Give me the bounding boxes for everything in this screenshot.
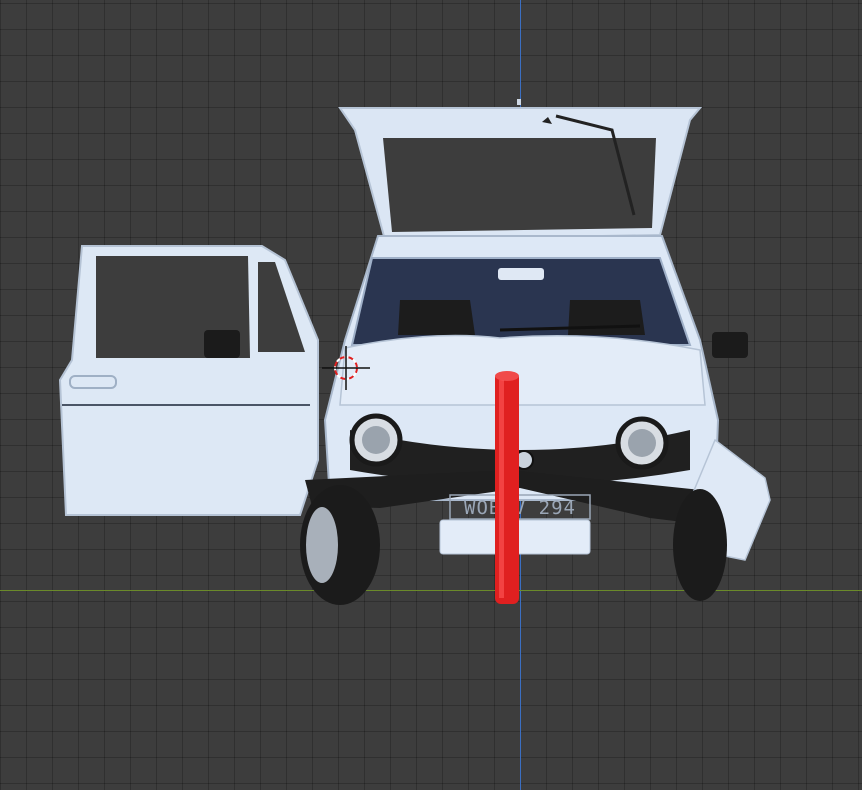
open-door[interactable] — [58, 245, 319, 516]
license-plate: WOB-V 294 — [449, 494, 591, 520]
car-model[interactable]: WOB-V 294 — [0, 0, 862, 790]
license-plate-text: WOB-V 294 — [464, 497, 576, 519]
right-wheel — [673, 489, 727, 601]
left-wheel — [300, 485, 380, 605]
open-hood[interactable] — [338, 99, 703, 242]
red-pole[interactable] — [495, 371, 519, 604]
3d-viewport[interactable]: WOB-V 294 — [0, 0, 862, 790]
